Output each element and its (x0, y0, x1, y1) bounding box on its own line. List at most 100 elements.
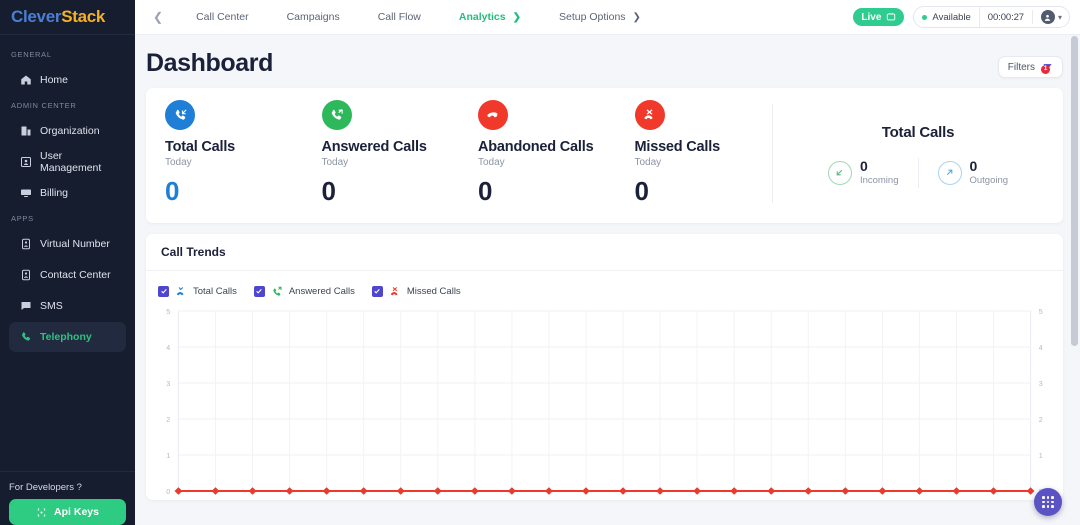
checkbox-total-calls[interactable] (158, 285, 169, 297)
tab-call-flow[interactable]: Call Flow (359, 11, 440, 23)
stat-value: 0 (165, 176, 179, 206)
stat-title: Abandoned Calls (478, 139, 594, 155)
legend-total-calls[interactable]: Total Calls (158, 285, 254, 297)
answered-call-icon (321, 100, 352, 130)
sidebar-item-telephony[interactable]: Telephony (9, 322, 126, 352)
tab-label: Analytics (458, 11, 506, 23)
checkbox-missed-calls[interactable] (371, 285, 383, 297)
total-outgoing[interactable]: 0 Outgoing (919, 159, 1028, 186)
billing-icon (20, 187, 32, 199)
sidebar-item-virtual-number[interactable]: Virtual Number (9, 229, 126, 259)
svg-text:0: 0 (166, 489, 170, 496)
availability-status[interactable]: Available (914, 7, 978, 27)
tab-analytics[interactable]: Analytics ❯ (440, 11, 540, 23)
stat-subtitle: Today (634, 157, 662, 168)
tab-setup-options[interactable]: Setup Options ❯ (540, 11, 660, 23)
content-scroll: Dashboard Filters 1 Total Calls Today 0 … (135, 35, 1080, 525)
topbar: ❮ Call Center Campaigns Call Flow Analyt… (135, 0, 1080, 35)
filters-badge: 1 (1041, 64, 1050, 74)
svg-text:1: 1 (1039, 453, 1043, 460)
sidebar-item-user-management[interactable]: User Management (9, 147, 126, 177)
total-calls-panel: Total Calls 0 Incoming 0 Outgoing (773, 100, 1063, 207)
sidebar-item-label: Organization (40, 125, 100, 137)
sidebar-item-label: SMS (40, 300, 63, 312)
sidebar-item-label: Contact Center (40, 269, 111, 281)
stat-value: 0 (321, 176, 336, 206)
developers-label: For Developers ? (9, 482, 82, 493)
stat-abandoned-calls[interactable]: Abandoned Calls Today 0 (459, 100, 616, 207)
monitor-icon (887, 12, 896, 21)
topbar-right: Live Available 00:00:27 ▾ (853, 6, 1070, 28)
sidebar-item-label: Home (40, 74, 69, 86)
total-outgoing-label: Outgoing (969, 174, 1009, 186)
stat-subtitle: Today (165, 157, 192, 168)
incoming-call-icon (165, 100, 195, 130)
svg-text:2: 2 (166, 417, 170, 424)
total-incoming-label: Incoming (859, 174, 899, 186)
call-trends-card: Call Trends Total Calls Answered Calls M… (146, 234, 1063, 500)
svg-text:3: 3 (166, 381, 170, 388)
phone-icon (20, 331, 32, 343)
scrollbar-thumb[interactable] (1071, 36, 1078, 346)
sidebar-nav: GENERAL Home ADMIN CENTER Organization U… (0, 35, 135, 467)
sidebar-item-organization[interactable]: Organization (9, 116, 126, 146)
call-end-icon (478, 100, 508, 130)
tab-label: Campaigns (286, 11, 340, 23)
sidebar-item-billing[interactable]: Billing (9, 178, 126, 208)
api-key-icon (37, 507, 46, 517)
tab-campaigns[interactable]: Campaigns (268, 11, 359, 23)
main-area: ❮ Call Center Campaigns Call Flow Analyt… (135, 0, 1080, 525)
legend-answered-calls[interactable]: Answered Calls (253, 285, 372, 297)
page-header: Dashboard Filters 1 (146, 35, 1063, 88)
organization-icon (20, 125, 32, 137)
checkbox-answered-calls[interactable] (253, 285, 265, 297)
top-navigation: Call Center Campaigns Call Flow Analytic… (177, 11, 660, 23)
stats-grid: Total Calls Today 0 Answered Calls Today… (146, 100, 772, 207)
legend-label: Total Calls (193, 285, 237, 297)
sms-icon (20, 300, 32, 312)
chart-legend: Total Calls Answered Calls Missed Calls (146, 271, 1063, 305)
chevron-left-icon[interactable]: ❮ (147, 10, 169, 24)
status-dot-icon (922, 14, 928, 20)
developers-section: For Developers ? Api Keys (0, 471, 135, 525)
api-keys-button[interactable]: Api Keys (9, 499, 126, 525)
status-label: Available (932, 11, 971, 23)
account-menu[interactable]: ▾ (1031, 10, 1069, 24)
stat-answered-calls[interactable]: Answered Calls Today 0 (303, 100, 460, 207)
api-keys-label: Api Keys (54, 506, 99, 518)
stat-total-calls[interactable]: Total Calls Today 0 (146, 100, 303, 207)
call-trends-chart[interactable]: 012345012345 (156, 305, 1053, 500)
tab-call-center[interactable]: Call Center (177, 11, 268, 23)
sidebar-item-contact-center[interactable]: Contact Center (9, 260, 126, 290)
svg-text:4: 4 (166, 345, 170, 352)
content-scrollbar[interactable] (1071, 36, 1078, 523)
missed-call-icon (389, 285, 401, 297)
brand-logo[interactable]: Clever Stack (0, 0, 135, 35)
stat-value: 0 (634, 176, 649, 206)
svg-text:4: 4 (1039, 345, 1043, 352)
page-title: Dashboard (146, 49, 273, 77)
svg-text:1: 1 (166, 453, 170, 460)
virtual-number-icon (20, 238, 32, 250)
sidebar-item-home[interactable]: Home (9, 65, 126, 95)
svg-text:3: 3 (1039, 381, 1043, 388)
tab-label: Call Flow (377, 11, 421, 23)
stats-card: Total Calls Today 0 Answered Calls Today… (146, 88, 1063, 223)
legend-missed-calls[interactable]: Missed Calls (371, 285, 478, 297)
tab-label: Setup Options (558, 11, 626, 23)
stat-title: Answered Calls (321, 139, 427, 155)
sidebar: Clever Stack GENERAL Home ADMIN CENTER Or… (0, 0, 135, 525)
sidebar-item-sms[interactable]: SMS (9, 291, 126, 321)
sidebar-item-label: User Management (40, 150, 102, 174)
legend-label: Answered Calls (288, 285, 355, 297)
arrow-down-left-icon (827, 160, 852, 185)
sidebar-group-label-general: GENERAL (11, 50, 52, 59)
stat-title: Total Calls (165, 139, 236, 155)
live-button[interactable]: Live (853, 8, 905, 26)
app-root: Clever Stack GENERAL Home ADMIN CENTER Or… (0, 0, 1080, 525)
total-incoming[interactable]: 0 Incoming (809, 159, 918, 186)
filters-button[interactable]: Filters 1 (997, 56, 1063, 78)
dialpad-fab-button[interactable] (1034, 488, 1062, 516)
stat-missed-calls[interactable]: Missed Calls Today 0 (616, 100, 773, 207)
chart-y-axis-labels: 012345012345 (166, 309, 1042, 496)
